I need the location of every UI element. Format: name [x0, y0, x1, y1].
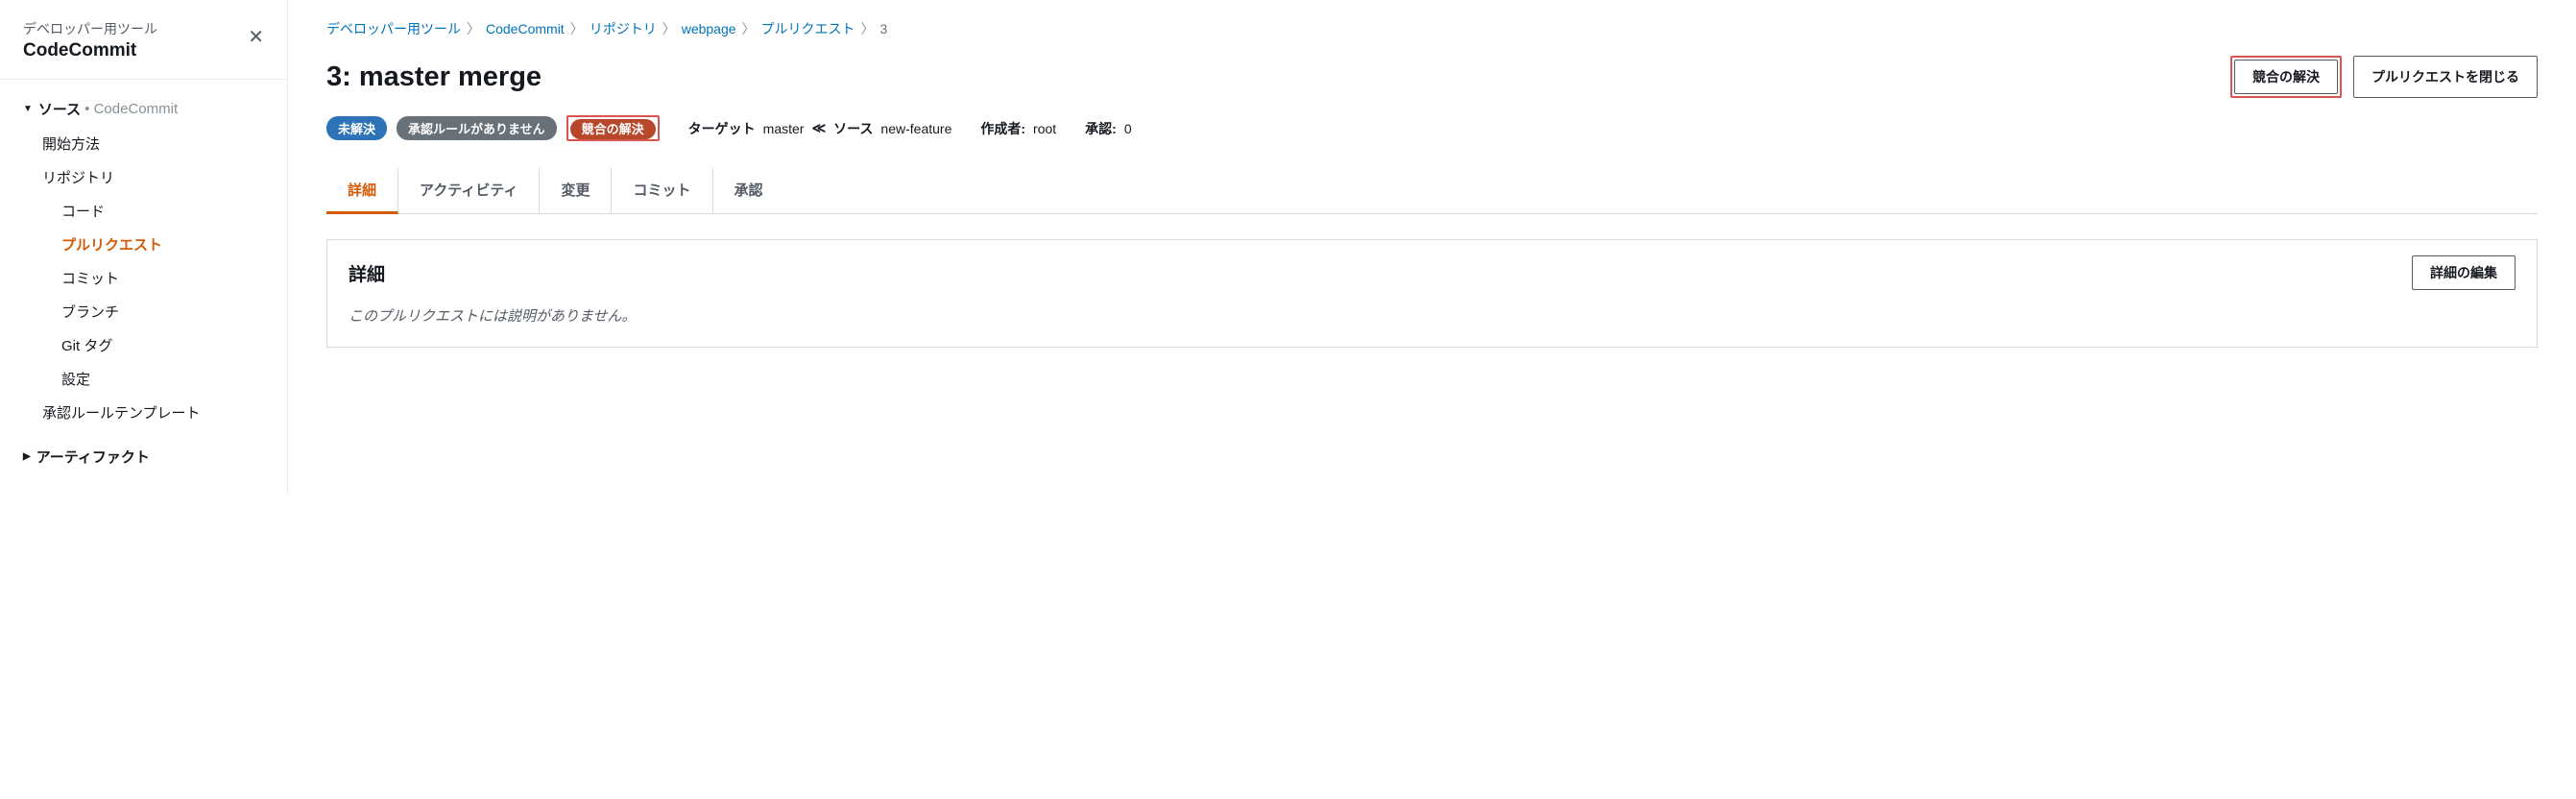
approval-label: 承認: [1085, 119, 1117, 138]
action-buttons: 競合の解決 プルリクエストを閉じる [2230, 56, 2538, 98]
sidebar-header: デベロッパー用ツール CodeCommit ✕ [0, 19, 287, 79]
approval-value: 0 [1124, 121, 1132, 136]
breadcrumb-link[interactable]: プルリクエスト [761, 19, 855, 38]
author-value: root [1033, 121, 1056, 136]
breadcrumb: デベロッパー用ツール〉 CodeCommit〉 リポジトリ〉 webpage〉 … [326, 19, 2538, 38]
nav-item-commits[interactable]: コミット [23, 261, 264, 295]
chevron-right-icon: 〉 [467, 19, 480, 38]
tab-changes[interactable]: 変更 [540, 168, 612, 213]
approval-meta: 承認: 0 [1085, 119, 1131, 138]
tab-approvals[interactable]: 承認 [713, 168, 784, 213]
sidebar-title: CodeCommit [23, 40, 157, 61]
nav-section-label: アーティファクト [36, 447, 150, 467]
conflict-badge: 競合の解決 [570, 119, 656, 139]
nav-item-repositories[interactable]: リポジトリ [23, 160, 264, 194]
nav-section-header-artifacts[interactable]: ▶ アーティファクト [23, 439, 264, 474]
breadcrumb-link[interactable]: webpage [682, 21, 736, 36]
nav-section-header-source[interactable]: ▼ ソース • CodeCommit [23, 91, 264, 127]
author-meta: 作成者: root [980, 119, 1056, 138]
empty-description: このプルリクエストには説明がありません。 [349, 308, 637, 325]
target-meta: ターゲット master ≪ ソース new-feature [688, 119, 952, 138]
caret-right-icon: ▶ [23, 451, 31, 462]
close-pr-button[interactable]: プルリクエストを閉じる [2353, 56, 2538, 98]
tab-detail[interactable]: 詳細 [326, 168, 398, 214]
panel-title: 詳細 [349, 260, 385, 286]
target-value: master [763, 121, 805, 136]
panel-body: このプルリクエストには説明がありません。 [327, 305, 2537, 347]
main-content: デベロッパー用ツール〉 CodeCommit〉 リポジトリ〉 webpage〉 … [288, 0, 2576, 494]
breadcrumb-link[interactable]: CodeCommit [486, 21, 565, 36]
highlight-conflict-badge: 競合の解決 [566, 115, 660, 141]
breadcrumb-link[interactable]: リポジトリ [590, 19, 657, 38]
chevron-right-icon: 〉 [662, 19, 676, 38]
page-title: 3: master merge [326, 61, 542, 93]
nav-section-source: ▼ ソース • CodeCommit 開始方法 リポジトリ コード プルリクエス… [0, 91, 287, 474]
author-label: 作成者: [980, 119, 1025, 138]
nav-item-branches[interactable]: ブランチ [23, 295, 264, 328]
double-chevron-left-icon: ≪ [811, 120, 826, 136]
target-label: ターゲット [688, 119, 756, 138]
status-badge: 未解決 [326, 116, 387, 140]
edit-detail-button[interactable]: 詳細の編集 [2412, 255, 2516, 290]
resolve-conflict-button[interactable]: 競合の解決 [2234, 60, 2338, 94]
title-row: 3: master merge 競合の解決 プルリクエストを閉じる [326, 56, 2538, 98]
nav-item-git-tags[interactable]: Git タグ [23, 328, 264, 362]
chevron-right-icon: 〉 [861, 19, 875, 38]
nav-section-hint: • CodeCommit [84, 101, 178, 117]
highlight-resolve-conflict: 競合の解決 [2230, 56, 2342, 98]
nav-item-settings[interactable]: 設定 [23, 362, 264, 396]
breadcrumb-current: 3 [880, 21, 888, 36]
source-label: ソース [833, 119, 873, 138]
nav-item-pull-requests[interactable]: プルリクエスト [23, 228, 264, 261]
approval-rules-badge: 承認ルールがありません [397, 116, 557, 140]
chevron-right-icon: 〉 [570, 19, 584, 38]
nav-item-approval-templates[interactable]: 承認ルールテンプレート [23, 396, 264, 429]
sidebar: デベロッパー用ツール CodeCommit ✕ ▼ ソース • CodeComm… [0, 0, 288, 494]
tabs: 詳細 アクティビティ 変更 コミット 承認 [326, 168, 2538, 214]
tab-activity[interactable]: アクティビティ [398, 168, 540, 213]
breadcrumb-link[interactable]: デベロッパー用ツール [326, 19, 461, 38]
nav-section-label: ソース [38, 99, 81, 119]
chevron-right-icon: 〉 [742, 19, 756, 38]
nav-item-getting-started[interactable]: 開始方法 [23, 127, 264, 160]
badges-row: 未解決 承認ルールがありません 競合の解決 ターゲット master ≪ ソース… [326, 115, 2538, 141]
nav-item-code[interactable]: コード [23, 194, 264, 228]
close-icon[interactable]: ✕ [248, 25, 264, 49]
sidebar-subtitle: デベロッパー用ツール [23, 19, 157, 38]
caret-down-icon: ▼ [23, 104, 33, 114]
sidebar-divider [0, 79, 287, 80]
panel-header: 詳細 詳細の編集 [327, 240, 2537, 305]
tab-commits[interactable]: コミット [612, 168, 712, 213]
source-value: new-feature [880, 121, 951, 136]
detail-panel: 詳細 詳細の編集 このプルリクエストには説明がありません。 [326, 239, 2538, 348]
